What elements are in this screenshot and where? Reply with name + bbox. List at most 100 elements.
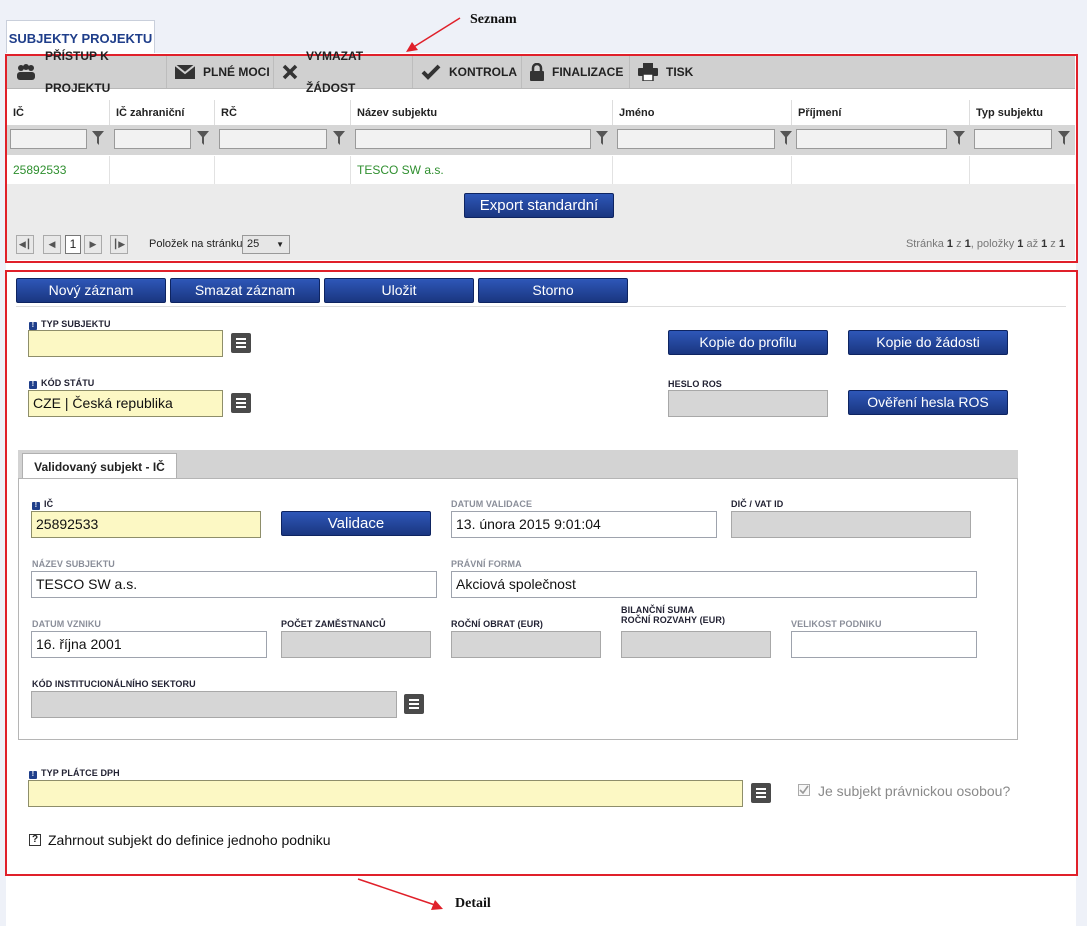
- export-standardni-button[interactable]: Export standardní: [464, 193, 614, 218]
- column-header-prijmeni[interactable]: Příjmení: [792, 100, 970, 127]
- table-row[interactable]: 25892533 TESCO SW a.s.: [7, 156, 1075, 185]
- filter-input-rc[interactable]: [219, 129, 327, 149]
- column-header-ic[interactable]: IČ: [7, 100, 110, 127]
- filter-icon[interactable]: [953, 131, 965, 145]
- filter-input-ic-zahranicni[interactable]: [114, 129, 191, 149]
- list-icon[interactable]: [231, 393, 251, 413]
- tab-validovany-subjekt[interactable]: Validovaný subjekt - IČ: [22, 453, 177, 479]
- datum-vzniku-label: DATUM VZNIKU: [32, 619, 102, 629]
- help-icon[interactable]: ?: [29, 834, 41, 846]
- printer-icon: [638, 63, 658, 81]
- pravni-forma-input[interactable]: Akciová společnost: [451, 571, 977, 598]
- column-header-ic-zahranicni[interactable]: IČ zahraniční: [110, 100, 215, 127]
- pocet-zamestnancu-label: POČET ZAMĚSTNANCŮ: [281, 619, 386, 629]
- annotation-detail: Detail: [455, 896, 491, 911]
- dic-input[interactable]: [731, 511, 971, 538]
- kontrola-button[interactable]: KONTROLA: [413, 56, 522, 88]
- datum-vzniku-input[interactable]: 16. října 2001: [31, 631, 267, 658]
- pravnicka-osoba-checkbox[interactable]: [798, 784, 810, 796]
- per-page-select[interactable]: 25 ▼: [242, 235, 290, 254]
- column-header-nazev-subjektu[interactable]: Název subjektu: [351, 100, 613, 127]
- cell-jmeno[interactable]: [613, 156, 792, 184]
- storno-button[interactable]: Storno: [478, 278, 628, 303]
- pravnicka-osoba-label: Je subjekt právnickou osobou?: [818, 783, 1011, 799]
- cell-typ[interactable]: [970, 156, 1075, 184]
- list-icon[interactable]: [751, 783, 771, 803]
- users-icon: [17, 64, 35, 80]
- plne-moci-button[interactable]: PLNÉ MOCI: [167, 56, 274, 88]
- subjects-grid: IČ IČ zahraniční RČ Název subjektu Jméno…: [7, 100, 1075, 190]
- finalizace-button[interactable]: FINALIZACE: [522, 56, 630, 88]
- cell-prijmeni[interactable]: [792, 156, 970, 184]
- column-header-jmeno[interactable]: Jméno: [613, 100, 792, 127]
- toolbar-label: FINALIZACE: [552, 65, 624, 79]
- cell-ic[interactable]: 25892533: [7, 156, 110, 184]
- heslo-ros-input[interactable]: [668, 390, 828, 417]
- toolbar-label: PLNÉ MOCI: [203, 65, 270, 79]
- smazat-zaznam-button[interactable]: Smazat záznam: [170, 278, 320, 303]
- pager-current-page[interactable]: 1: [65, 235, 81, 254]
- list-icon[interactable]: [231, 333, 251, 353]
- vymazat-zadost-button[interactable]: VYMAZAT ŽÁDOST: [274, 49, 413, 95]
- pager-last-button[interactable]: ┃▶: [110, 235, 128, 254]
- pristup-k-projektu-button[interactable]: PŘÍSTUP K PROJEKTU: [7, 49, 167, 95]
- filter-icon[interactable]: [92, 131, 104, 145]
- bilancni-suma-label: BILANČNÍ SUMA ROČNÍ ROZVAHY (EUR): [621, 605, 726, 625]
- heslo-ros-label: HESLO ROS: [668, 379, 722, 389]
- filter-icon[interactable]: [596, 131, 608, 145]
- kod-sektoru-input[interactable]: [31, 691, 397, 718]
- kopie-do-profilu-button[interactable]: Kopie do profilu: [668, 330, 828, 355]
- ic-input[interactable]: 25892533: [31, 511, 261, 538]
- datum-validace-label: DATUM VALIDACE: [451, 499, 533, 509]
- column-header-rc[interactable]: RČ: [215, 100, 351, 127]
- velikost-podniku-input[interactable]: [791, 631, 977, 658]
- required-icon: !: [29, 322, 37, 330]
- chevron-down-icon: ▼: [276, 240, 284, 249]
- datum-validace-input[interactable]: 13. února 2015 9:01:04: [451, 511, 717, 538]
- filter-input-nazev[interactable]: [355, 129, 591, 149]
- pocet-zamestnancu-input[interactable]: [281, 631, 431, 658]
- required-icon: !: [32, 502, 40, 510]
- filter-icon[interactable]: [197, 131, 209, 145]
- zahrnout-subjekt-label: Zahrnout subjekt do definice jednoho pod…: [48, 832, 331, 848]
- filter-icon[interactable]: [1058, 131, 1070, 145]
- kod-statu-input[interactable]: CZE | Česká republika: [28, 390, 223, 417]
- nazev-subjektu-label: NÁZEV SUBJEKTU: [32, 559, 115, 569]
- nazev-subjektu-input[interactable]: TESCO SW a.s.: [31, 571, 437, 598]
- rocni-obrat-label: ROČNÍ OBRAT (EUR): [451, 619, 544, 629]
- per-page-value: 25: [247, 238, 260, 250]
- toolbar-label: TISK: [666, 65, 694, 79]
- kopie-do-zadosti-button[interactable]: Kopie do žádosti: [848, 330, 1008, 355]
- filter-input-jmeno[interactable]: [617, 129, 775, 149]
- lock-icon: [530, 63, 544, 81]
- x-icon: [282, 64, 298, 80]
- bilancni-suma-input[interactable]: [621, 631, 771, 658]
- column-header-typ-subjektu[interactable]: Typ subjektu: [970, 100, 1075, 127]
- cell-nazev[interactable]: TESCO SW a.s.: [351, 156, 613, 184]
- velikost-podniku-label: VELIKOST PODNIKU: [791, 619, 882, 629]
- filter-icon[interactable]: [780, 131, 792, 145]
- cell-rc[interactable]: [215, 156, 351, 184]
- filter-input-ic[interactable]: [10, 129, 87, 149]
- envelope-icon: [175, 65, 195, 79]
- overeni-hesla-ros-button[interactable]: Ověření hesla ROS: [848, 390, 1008, 415]
- pager-next-button[interactable]: ▶: [84, 235, 102, 254]
- ic-label: ! IČ: [32, 499, 53, 510]
- pager-first-button[interactable]: ◀┃: [16, 235, 34, 254]
- novy-zaznam-button[interactable]: Nový záznam: [16, 278, 166, 303]
- typ-platce-dph-input[interactable]: [28, 780, 743, 807]
- typ-platce-dph-label: ! TYP PLÁTCE DPH: [29, 768, 120, 779]
- filter-icon[interactable]: [333, 131, 345, 145]
- filter-input-prijmeni[interactable]: [796, 129, 947, 149]
- cell-ic-zahranicni[interactable]: [110, 156, 215, 184]
- ulozit-button[interactable]: Uložit: [324, 278, 474, 303]
- annotation-seznam: Seznam: [470, 12, 517, 27]
- filter-input-typ[interactable]: [974, 129, 1052, 149]
- typ-subjektu-input[interactable]: [28, 330, 223, 357]
- list-icon[interactable]: [404, 694, 424, 714]
- rocni-obrat-input[interactable]: [451, 631, 601, 658]
- toolbar: PŘÍSTUP K PROJEKTU PLNÉ MOCI VYMAZAT ŽÁD…: [7, 49, 1075, 95]
- tisk-button[interactable]: TISK: [630, 56, 710, 88]
- validace-button[interactable]: Validace: [281, 511, 431, 536]
- pager-prev-button[interactable]: ◀: [43, 235, 61, 254]
